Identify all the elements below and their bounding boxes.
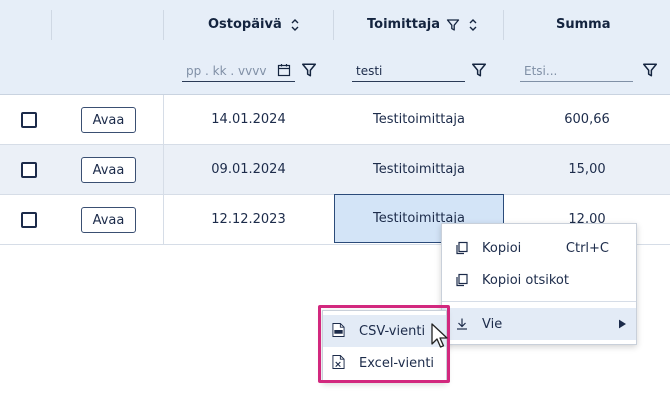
menu-item-export-label: Vie [482, 316, 503, 332]
column-header-supplier-label: Toimittaja [367, 17, 440, 32]
amount-filter-input[interactable] [524, 63, 633, 78]
menu-item-copy[interactable]: Kopioi Ctrl+C [442, 232, 636, 264]
column-separator [503, 10, 504, 40]
grid-header: Ostopäivä Toimittaja Summa [0, 0, 670, 95]
sort-icon[interactable] [466, 18, 480, 32]
column-header-amount[interactable]: Summa [556, 17, 610, 32]
row-checkbox[interactable] [21, 112, 37, 128]
table-row[interactable]: Avaa 09.01.2024 Testitoimittaja 15,00 [0, 145, 670, 195]
context-menu: Kopioi Ctrl+C Kopioi otsikot Vie [441, 223, 637, 345]
open-button[interactable]: Avaa [81, 157, 136, 183]
column-header-amount-label: Summa [556, 17, 611, 32]
menu-item-copy-headers-label: Kopioi otsikot [482, 272, 569, 288]
column-separator [333, 10, 334, 40]
date-cell[interactable]: 09.01.2024 [164, 145, 333, 194]
menu-item-copy-shortcut: Ctrl+C [565, 240, 609, 256]
supplier-cell[interactable]: Testitoimittaja [334, 95, 504, 144]
row-checkbox[interactable] [21, 212, 37, 228]
date-cell[interactable]: 14.01.2024 [164, 95, 333, 144]
sort-icon[interactable] [288, 18, 302, 32]
download-icon [457, 318, 467, 330]
table-row[interactable]: Avaa 14.01.2024 Testitoimittaja 600,66 [0, 95, 670, 145]
menu-item-copy-label: Kopioi [482, 240, 522, 256]
filter-icon[interactable] [301, 62, 317, 78]
calendar-icon[interactable] [277, 63, 291, 77]
supplier-cell[interactable]: Testitoimittaja [334, 145, 504, 194]
column-header-date-label: Ostopäivä [208, 17, 282, 32]
column-separator [163, 10, 164, 40]
copy-icon [456, 241, 468, 255]
open-button[interactable]: Avaa [81, 107, 136, 133]
filter-icon[interactable] [642, 62, 658, 78]
open-button[interactable]: Avaa [81, 207, 136, 233]
supplier-filter-field[interactable] [352, 60, 465, 82]
filter-icon[interactable] [471, 62, 487, 78]
column-header-supplier[interactable]: Toimittaja [367, 17, 480, 32]
menu-separator [442, 301, 636, 302]
amount-cell[interactable]: 600,66 [504, 95, 670, 144]
amount-filter-field[interactable] [520, 60, 633, 82]
date-cell[interactable]: 12.12.2023 [164, 195, 333, 244]
menu-item-copy-headers[interactable]: Kopioi otsikot [442, 264, 636, 296]
copy-icon [456, 273, 468, 287]
row-checkbox[interactable] [21, 162, 37, 178]
mouse-cursor-icon [431, 323, 448, 348]
menu-item-export[interactable]: Vie [442, 308, 636, 340]
column-divider [163, 95, 164, 245]
submenu-arrow-icon [619, 319, 626, 329]
amount-cell[interactable]: 15,00 [504, 145, 670, 194]
filter-icon[interactable] [446, 18, 460, 32]
column-header-date[interactable]: Ostopäivä [208, 17, 302, 32]
supplier-filter-input[interactable] [356, 63, 465, 78]
column-separator [51, 10, 52, 40]
date-filter-field[interactable] [182, 60, 295, 82]
